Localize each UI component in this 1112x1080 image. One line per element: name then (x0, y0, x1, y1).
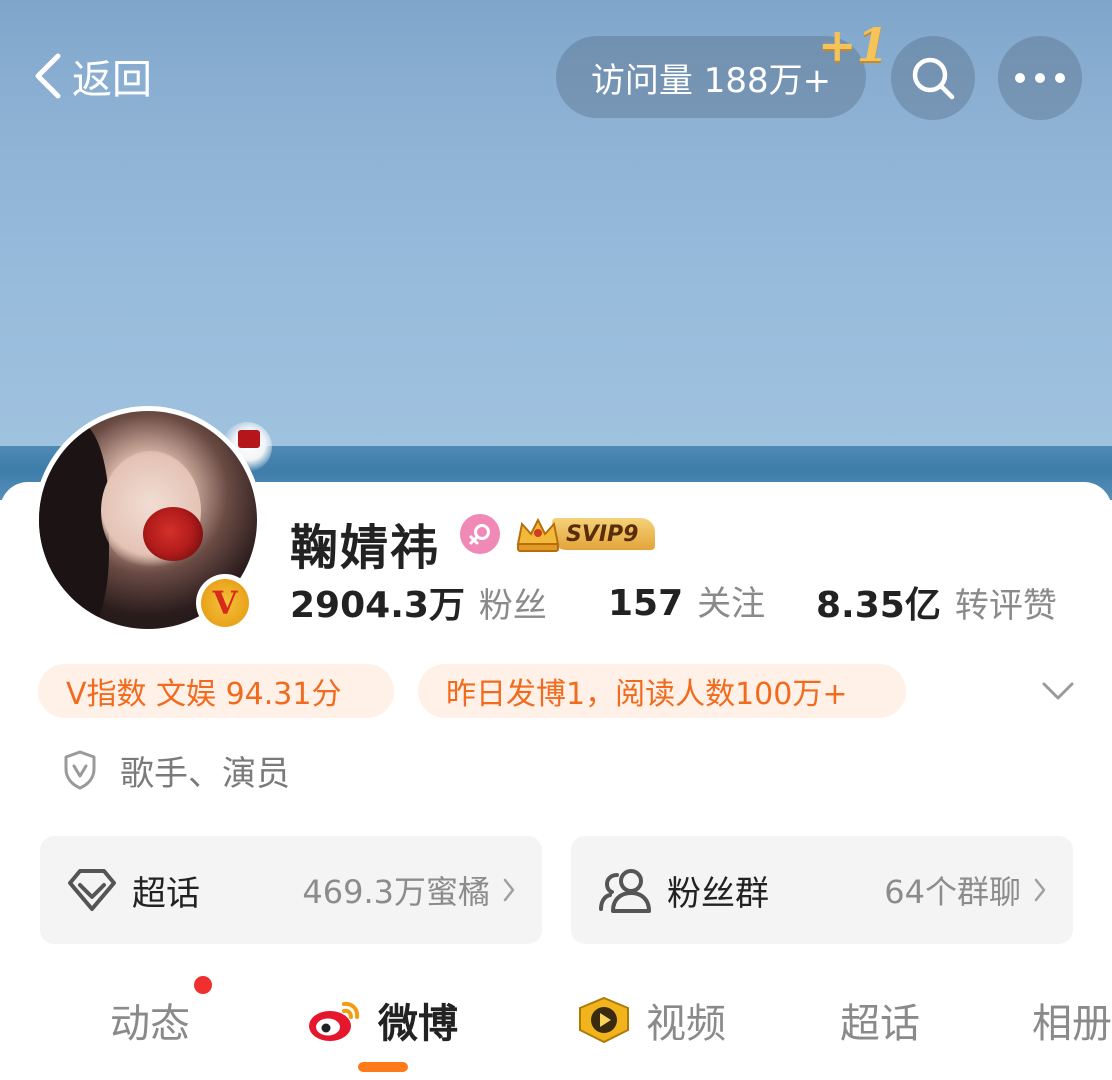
following-count: 157 (608, 583, 684, 624)
tab-weibo[interactable]: 微博 (306, 984, 458, 1056)
visit-count-label: 访问量 188万+ (590, 60, 832, 101)
group-users-icon (599, 869, 651, 913)
notification-dot (194, 976, 212, 994)
post-stats-label: 昨日发博1，阅读人数100万+ (446, 677, 848, 712)
verified-v-badge[interactable]: V (196, 574, 254, 632)
tab-weibo-label: 微博 (378, 1001, 458, 1047)
active-tab-indicator (358, 1062, 408, 1072)
super-topic-card[interactable]: 超话 469.3万蜜橘 (40, 836, 542, 944)
v-index-label: V指数 文娱 94.31分 (66, 677, 342, 712)
super-topic-title: 超话 (132, 873, 200, 914)
tab-super-topic[interactable]: 超话 (840, 984, 920, 1056)
v-index-pill[interactable]: V指数 文娱 94.31分 (38, 664, 394, 718)
following-stat[interactable]: 157 关注 (608, 576, 765, 625)
profile-tabs: 动态 微博 视频 超话 相册 (0, 984, 1112, 1080)
fan-group-card[interactable]: 粉丝群 64个群聊 (571, 836, 1073, 944)
v-icon: V (201, 579, 249, 627)
following-label: 关注 (697, 584, 766, 624)
cover-flag (238, 430, 260, 448)
crown-icon (516, 517, 560, 552)
video-play-icon (579, 996, 629, 1044)
search-icon (912, 57, 955, 100)
followers-count: 2904.3万 (290, 585, 465, 626)
back-label: 返回 (72, 57, 152, 103)
interactions-count: 8.35亿 (816, 585, 941, 626)
fan-group-count: 64个群聊 (884, 873, 1021, 911)
verification-text: 歌手、演员 (120, 753, 290, 794)
tab-video[interactable]: 视频 (576, 984, 726, 1056)
followers-stat[interactable]: 2904.3万 粉丝 (290, 576, 547, 628)
chevron-down-icon[interactable] (1040, 676, 1076, 706)
chevron-right-icon (503, 878, 515, 902)
profile-stats: 2904.3万 粉丝 157 关注 8.35亿 转评赞 (290, 576, 1090, 626)
shield-v-icon (64, 750, 96, 790)
more-dots-icon (1015, 73, 1065, 83)
tab-album[interactable]: 相册 (1032, 984, 1112, 1056)
tab-feed[interactable]: 动态 (110, 984, 190, 1056)
super-topic-count: 469.3万蜜橘 (302, 873, 490, 911)
fan-group-title: 粉丝群 (667, 873, 769, 914)
chevron-right-icon (1034, 878, 1046, 902)
interactions-stat[interactable]: 8.35亿 转评赞 (816, 576, 1057, 628)
visit-increment-badge: +1 (818, 18, 889, 72)
tab-feed-label: 动态 (110, 1001, 190, 1047)
diamond-icon (68, 869, 116, 911)
verification-info[interactable]: 歌手、演员 (62, 748, 290, 794)
profile-name: 鞠婧祎 (290, 520, 441, 576)
tab-album-label: 相册 (1032, 1001, 1112, 1047)
more-button[interactable] (998, 36, 1082, 120)
interactions-label: 转评赞 (954, 586, 1057, 626)
chevron-left-icon (35, 53, 61, 99)
search-button[interactable] (891, 36, 975, 120)
tab-video-label: 视频 (646, 1001, 726, 1047)
back-button[interactable]: 返回 (30, 48, 152, 104)
weibo-logo-icon (309, 1001, 360, 1041)
followers-label: 粉丝 (478, 586, 547, 626)
tab-super-topic-label: 超话 (840, 1001, 920, 1047)
svip-level: SVIP9 (552, 518, 655, 550)
post-stats-pill[interactable]: 昨日发博1，阅读人数100万+ (418, 664, 906, 718)
svip-badge[interactable]: SVIP9 (514, 514, 655, 554)
female-gender-icon (460, 514, 500, 554)
